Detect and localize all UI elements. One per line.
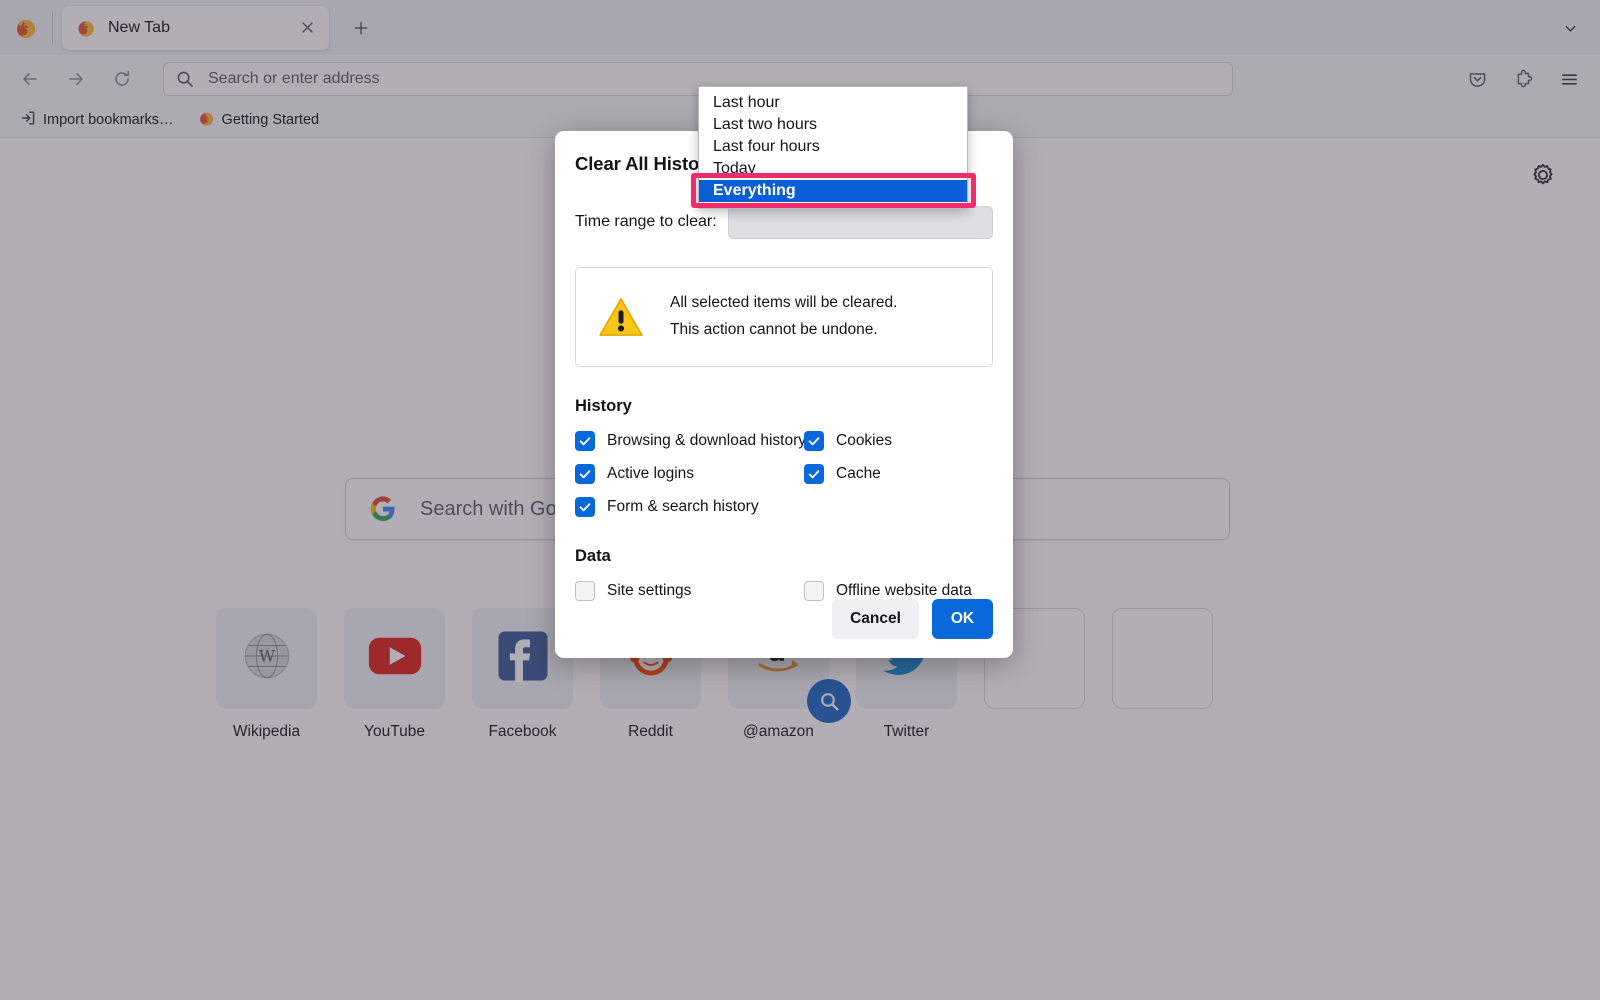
checkmark-icon: [575, 431, 595, 451]
cancel-button[interactable]: Cancel: [832, 599, 919, 639]
history-checkbox-grid: Browsing & download history Cookies Acti…: [575, 431, 993, 517]
empty-checkbox-icon: [804, 581, 824, 601]
time-range-row: Time range to clear:: [575, 205, 993, 239]
ok-button[interactable]: OK: [932, 599, 993, 639]
dropdown-option-last-two-hours[interactable]: Last two hours: [699, 114, 967, 136]
checkbox-label: Cookies: [836, 432, 892, 449]
warning-text: All selected items will be cleared. This…: [670, 290, 897, 343]
checkmark-icon: [575, 464, 595, 484]
checkbox-cache[interactable]: Cache: [804, 464, 993, 484]
section-heading-data: Data: [575, 547, 611, 565]
time-range-label: Time range to clear:: [575, 213, 717, 230]
checkbox-label: Cache: [836, 465, 881, 482]
dropdown-option-last-hour[interactable]: Last hour: [699, 92, 967, 114]
empty-checkbox-icon: [575, 581, 595, 601]
checkmark-icon: [575, 497, 595, 517]
checkbox-browsing-download-history[interactable]: Browsing & download history: [575, 431, 807, 451]
checkbox-label: Offline website data: [836, 582, 972, 599]
warning-line-2: This action cannot be undone.: [670, 321, 878, 338]
dialog-action-buttons: Cancel OK: [832, 599, 993, 639]
checkbox-label: Form & search history: [607, 498, 759, 515]
browser-window: New Tab Search or enter address Import b…: [0, 0, 1600, 1000]
dropdown-option-everything[interactable]: Everything: [699, 180, 967, 202]
warning-box: All selected items will be cleared. This…: [575, 267, 993, 367]
grid-spacer: [804, 497, 993, 517]
section-heading-history: History: [575, 397, 632, 415]
warning-line-1: All selected items will be cleared.: [670, 294, 898, 312]
checkbox-label: Active logins: [607, 465, 695, 482]
dropdown-option-last-four-hours[interactable]: Last four hours: [699, 136, 967, 158]
clear-all-history-dialog: Clear All History Time range to clear: A…: [555, 131, 1013, 658]
checkbox-site-settings[interactable]: Site settings: [575, 581, 804, 601]
checkbox-active-logins[interactable]: Active logins: [575, 464, 804, 484]
checkbox-form-search-history[interactable]: Form & search history: [575, 497, 804, 517]
checkbox-label: Site settings: [607, 582, 692, 599]
time-range-select[interactable]: [727, 205, 993, 239]
checkmark-icon: [804, 431, 824, 451]
warning-triangle-icon: [598, 296, 644, 338]
checkbox-offline-website-data[interactable]: Offline website data: [804, 581, 993, 601]
dropdown-selected-wrapper: Everything: [691, 173, 976, 208]
checkbox-label: Browsing & download history: [607, 432, 807, 449]
time-range-dropdown-popup: Last hour Last two hours Last four hours…: [691, 86, 976, 209]
checkbox-cookies[interactable]: Cookies: [804, 431, 993, 451]
checkmark-icon: [804, 464, 824, 484]
dropdown-option-today[interactable]: Today: [699, 158, 967, 180]
data-checkbox-grid: Site settings Offline website data: [575, 581, 993, 601]
